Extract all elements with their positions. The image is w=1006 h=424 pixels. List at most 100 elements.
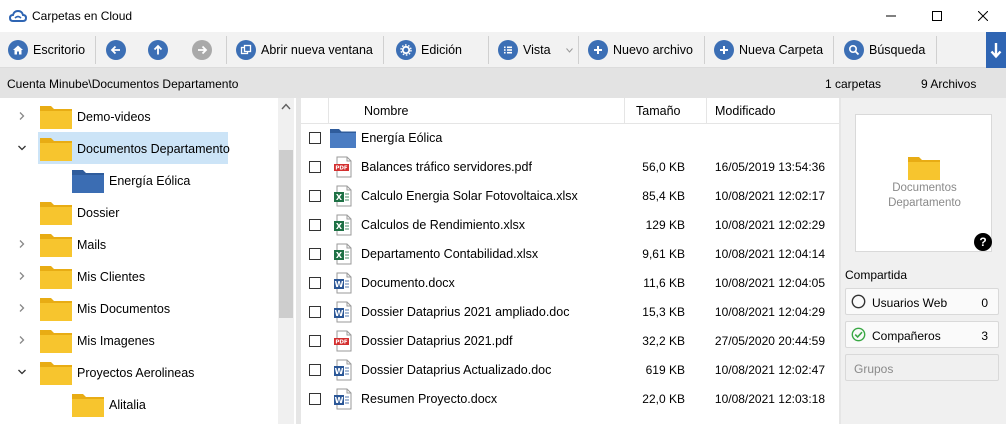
folder-tree: Demo-videos Documentos Departamento Energí… bbox=[0, 98, 296, 424]
preview-label-line1: Documentos bbox=[892, 182, 957, 194]
tree-item[interactable]: Dossier bbox=[0, 196, 278, 228]
close-button[interactable] bbox=[960, 0, 1006, 32]
toolbar-separator bbox=[578, 36, 579, 64]
new-folder-button[interactable]: Nueva Carpeta bbox=[708, 34, 832, 66]
desktop-button[interactable]: Escritorio bbox=[2, 34, 94, 66]
file-size: 85,4 KB bbox=[642, 189, 685, 203]
tree-item[interactable]: Mis Imagenes bbox=[0, 324, 278, 356]
scroll-up-icon[interactable] bbox=[281, 103, 291, 110]
file-row[interactable]: W Documento.docx 11,6 KB 10/08/2021 12:04:0… bbox=[301, 268, 839, 297]
help-icon[interactable]: ? bbox=[974, 233, 992, 251]
tree-item[interactable]: Alitalia bbox=[0, 388, 278, 420]
file-modified: 10/08/2021 12:02:47 bbox=[714, 363, 825, 377]
search-button[interactable]: Búsqueda bbox=[838, 34, 934, 66]
word-doc-icon: W bbox=[334, 359, 352, 381]
file-row[interactable]: W Resumen Proyecto.docx 22,0 KB 10/08/2021 … bbox=[301, 384, 839, 413]
file-row[interactable]: PDF Dossier Dataprius 2021.pdf 32,2 KB 27/0… bbox=[301, 326, 839, 355]
web-users-item[interactable]: Usuarios Web 0 bbox=[845, 288, 999, 315]
folder-icon bbox=[40, 202, 72, 225]
file-row[interactable]: Energía Eólica bbox=[301, 123, 839, 152]
gear-icon bbox=[396, 40, 416, 60]
tree-item[interactable]: Mis Documentos bbox=[0, 292, 278, 324]
file-name: Departamento Contabilidad.xlsx bbox=[361, 247, 539, 261]
excel-file-icon: X bbox=[334, 243, 352, 265]
row-checkbox[interactable] bbox=[309, 219, 321, 231]
toolbar-separator bbox=[488, 36, 489, 64]
tree-item[interactable]: Documentos Departamento bbox=[0, 132, 278, 164]
chevron-right-icon[interactable] bbox=[17, 335, 27, 345]
toolbar-separator bbox=[383, 36, 384, 64]
pdf-file-icon: PDF bbox=[334, 330, 352, 352]
back-button[interactable] bbox=[100, 34, 134, 66]
tree-scrollbar[interactable] bbox=[278, 98, 294, 424]
plus-icon bbox=[588, 40, 608, 60]
windows-icon bbox=[236, 40, 256, 60]
groups-item[interactable]: Grupos bbox=[845, 354, 999, 381]
row-checkbox[interactable] bbox=[309, 132, 321, 144]
file-size: 32,2 KB bbox=[642, 334, 685, 348]
row-checkbox[interactable] bbox=[309, 190, 321, 202]
row-checkbox[interactable] bbox=[309, 335, 321, 347]
search-label: Búsqueda bbox=[869, 43, 926, 57]
folder-icon bbox=[908, 157, 940, 180]
up-button[interactable] bbox=[142, 34, 176, 66]
file-size: 22,0 KB bbox=[642, 392, 685, 406]
tree-item-label: Energía Eólica bbox=[109, 174, 191, 188]
chevron-right-icon[interactable] bbox=[17, 111, 27, 121]
folder-icon bbox=[40, 362, 72, 385]
row-checkbox[interactable] bbox=[309, 306, 321, 318]
tree-item[interactable]: Proyectos Aerolineas bbox=[0, 356, 278, 388]
open-new-window-button[interactable]: Abrir nueva ventana bbox=[230, 34, 378, 66]
word-doc-icon: W bbox=[334, 301, 352, 323]
scrollbar-thumb[interactable] bbox=[279, 150, 293, 318]
row-checkbox[interactable] bbox=[309, 161, 321, 173]
chevron-right-icon[interactable] bbox=[17, 271, 27, 281]
forward-button[interactable] bbox=[186, 34, 220, 66]
view-menu-button[interactable]: Vista bbox=[492, 34, 578, 66]
tree-item[interactable]: Demo-videos bbox=[0, 100, 278, 132]
chevron-down-icon[interactable] bbox=[17, 143, 27, 153]
file-list: Nombre Tamaño Modificado Energía Eólica P… bbox=[301, 98, 839, 424]
row-checkbox[interactable] bbox=[309, 393, 321, 405]
file-name: Energía Eólica bbox=[361, 131, 443, 145]
file-row[interactable]: PDF Balances tráfico servidores.pdf 56,0 K… bbox=[301, 152, 839, 181]
row-checkbox[interactable] bbox=[309, 277, 321, 289]
file-modified: 10/08/2021 12:04:29 bbox=[714, 305, 825, 319]
file-size: 56,0 KB bbox=[642, 160, 685, 174]
column-header-name[interactable]: Nombre bbox=[364, 104, 408, 118]
header-separator bbox=[624, 98, 625, 124]
file-row[interactable]: W Dossier Dataprius 2021 ampliado.doc 15,3… bbox=[301, 297, 839, 326]
column-header-size[interactable]: Tamaño bbox=[636, 104, 680, 118]
plus-icon bbox=[714, 40, 734, 60]
chevron-right-icon[interactable] bbox=[17, 303, 27, 313]
chevron-right-icon[interactable] bbox=[17, 239, 27, 249]
maximize-button[interactable] bbox=[914, 0, 960, 32]
arrow-left-icon bbox=[106, 40, 126, 60]
folder-icon bbox=[40, 330, 72, 353]
file-size: 11,6 KB bbox=[643, 276, 685, 290]
tree-item[interactable]: Mails bbox=[0, 228, 278, 260]
close-icon bbox=[978, 11, 988, 21]
tree-item[interactable]: Mis Clientes bbox=[0, 260, 278, 292]
column-header-modified[interactable]: Modificado bbox=[715, 104, 775, 118]
partners-item[interactable]: Compañeros 3 bbox=[845, 321, 999, 348]
file-modified: 10/08/2021 12:03:18 bbox=[714, 392, 825, 406]
minimize-button[interactable] bbox=[868, 0, 914, 32]
files-count: 9 Archivos bbox=[921, 77, 977, 91]
chevron-down-icon[interactable] bbox=[17, 367, 27, 377]
new-file-button[interactable]: Nuevo archivo bbox=[582, 34, 702, 66]
edit-menu-button[interactable]: Edición bbox=[390, 34, 486, 66]
minimize-icon bbox=[886, 15, 896, 17]
file-row[interactable]: X Departamento Contabilidad.xlsx 9,61 KB 10… bbox=[301, 239, 839, 268]
file-name: Dossier Dataprius Actualizado.doc bbox=[361, 363, 552, 377]
file-row[interactable]: W Dossier Dataprius Actualizado.doc 619 KB… bbox=[301, 355, 839, 384]
tree-item[interactable]: Energía Eólica bbox=[0, 164, 278, 196]
file-row[interactable]: X Calculos de Rendimiento.xlsx 129 KB 10/08… bbox=[301, 210, 839, 239]
maximize-icon bbox=[932, 11, 942, 21]
folder-icon bbox=[330, 129, 356, 148]
toolbar-more-button[interactable] bbox=[986, 32, 1006, 68]
row-checkbox[interactable] bbox=[309, 248, 321, 260]
row-checkbox[interactable] bbox=[309, 364, 321, 376]
file-row[interactable]: X Calculo Energia Solar Fotovoltaica.xlsx… bbox=[301, 181, 839, 210]
folder-icon bbox=[72, 394, 104, 417]
